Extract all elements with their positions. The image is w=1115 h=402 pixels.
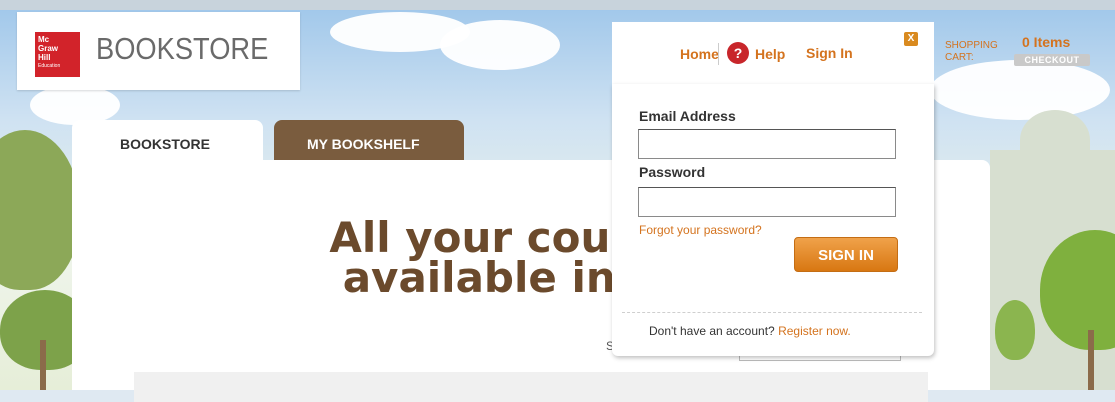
email-label: Email Address: [639, 108, 736, 124]
logo-card[interactable]: Mc Graw Hill Education BOOKSTORE: [17, 12, 300, 90]
nav-help-link[interactable]: Help: [755, 46, 785, 62]
site-title: BOOKSTORE: [96, 31, 269, 66]
checkout-button[interactable]: CHECKOUT: [1014, 54, 1090, 66]
nav-home-link[interactable]: Home: [680, 46, 719, 62]
help-icon[interactable]: ?: [727, 42, 749, 64]
sign-in-popover: [612, 84, 934, 356]
close-icon[interactable]: X: [904, 32, 918, 46]
shopping-cart-label: SHOPPING CART:: [945, 40, 998, 63]
tab-my-bookshelf[interactable]: MY BOOKSHELF: [274, 120, 464, 162]
nav-sign-in-link[interactable]: Sign In: [806, 45, 853, 61]
register-link[interactable]: Register now.: [778, 324, 851, 338]
tab-bookstore-label: BOOKSTORE: [120, 136, 210, 152]
cart-items-link[interactable]: 0 Items: [1022, 34, 1070, 50]
register-prompt: Don't have an account? Register now.: [649, 324, 851, 338]
lower-panel: [134, 372, 928, 402]
forgot-password-link[interactable]: Forgot your password?: [639, 223, 762, 237]
tab-my-bookshelf-label: MY BOOKSHELF: [307, 136, 420, 152]
popover-divider: [622, 312, 922, 313]
email-field[interactable]: [638, 129, 896, 159]
password-field[interactable]: [638, 187, 896, 217]
password-label: Password: [639, 164, 706, 180]
nav-divider: [718, 43, 719, 65]
sign-in-button[interactable]: SIGN IN: [794, 237, 898, 272]
mcgraw-hill-logo-icon: Mc Graw Hill Education: [35, 32, 80, 77]
